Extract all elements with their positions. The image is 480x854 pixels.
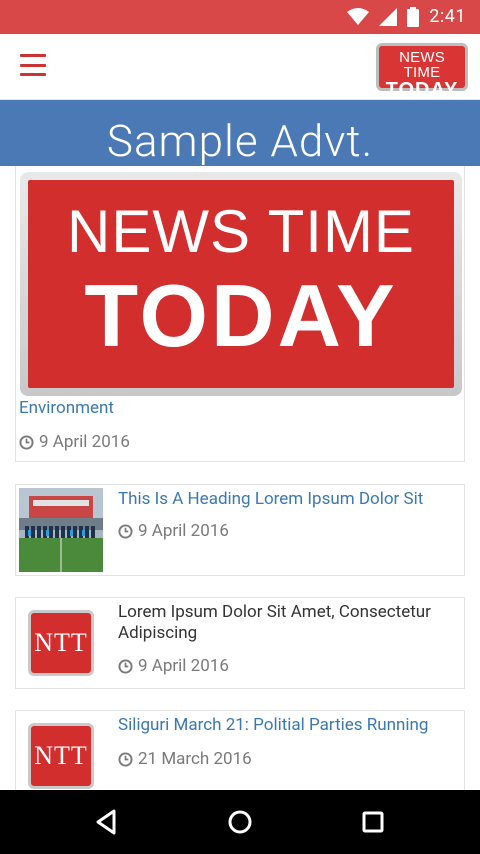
menu-icon[interactable] (20, 54, 46, 76)
recents-icon[interactable] (357, 806, 389, 838)
article-title[interactable]: Lorem Ipsum Dolor Sit Amet, Consectetur … (118, 602, 460, 644)
article-title[interactable]: This Is A Heading Lorem Ipsum Dolor Sit (118, 489, 460, 510)
wifi-icon (347, 7, 370, 25)
article-date: 9 April 2016 (118, 656, 229, 676)
article-date-text: 21 March 2016 (138, 749, 252, 769)
feature-date-text: 9 April 2016 (39, 432, 130, 452)
brand-logo[interactable]: NEWS TIME TODAY (376, 43, 468, 100)
article-item[interactable]: NTT Siliguri March 21: Politial Parties … (15, 710, 465, 790)
article-item[interactable]: This Is A Heading Lorem Ipsum Dolor Sit … (15, 484, 465, 576)
ntt-logo-thumbnail[interactable]: NTT (28, 610, 94, 676)
article-date: 9 April 2016 (118, 521, 229, 541)
clock-icon (118, 523, 133, 539)
ntt-logo-thumbnail[interactable]: NTT (28, 723, 94, 789)
news-feed[interactable]: NEWS TIME TODAY Environment 9 April 2016 (0, 166, 480, 790)
feature-image-line1: NEWS TIME (67, 198, 415, 265)
advert-banner[interactable]: Sample Advt. (0, 100, 480, 167)
feature-date: 9 April 2016 (19, 432, 130, 452)
clock-icon (118, 658, 133, 674)
system-nav-bar (0, 790, 480, 854)
clock-icon (19, 434, 34, 450)
logo-line1: NEWS TIME (399, 49, 445, 81)
article-title[interactable]: Siliguri March 21: Politial Parties Runn… (118, 715, 460, 736)
article-date-text: 9 April 2016 (138, 521, 229, 541)
feature-image[interactable]: NEWS TIME TODAY (20, 172, 462, 396)
home-icon[interactable] (224, 806, 256, 838)
feature-image-line2: TODAY (84, 266, 398, 365)
status-time: 2:41 (429, 6, 466, 27)
logo-line2: TODAY (385, 79, 459, 101)
article-item[interactable]: NTT Lorem Ipsum Dolor Sit Amet, Consecte… (15, 597, 465, 689)
app-bar: NEWS TIME TODAY (0, 34, 480, 100)
article-thumbnail[interactable] (19, 488, 103, 572)
status-bar: 2:41 (0, 0, 480, 34)
article-date: 21 March 2016 (118, 749, 252, 769)
back-icon[interactable] (90, 806, 122, 838)
article-date-text: 9 April 2016 (138, 656, 229, 676)
feature-title[interactable]: Environment (19, 398, 114, 418)
signal-icon (379, 7, 398, 26)
battery-icon (407, 6, 420, 27)
clock-icon (118, 751, 133, 767)
feature-article[interactable]: NEWS TIME TODAY Environment 9 April 2016 (15, 166, 465, 462)
advert-text: Sample Advt. (106, 115, 374, 167)
